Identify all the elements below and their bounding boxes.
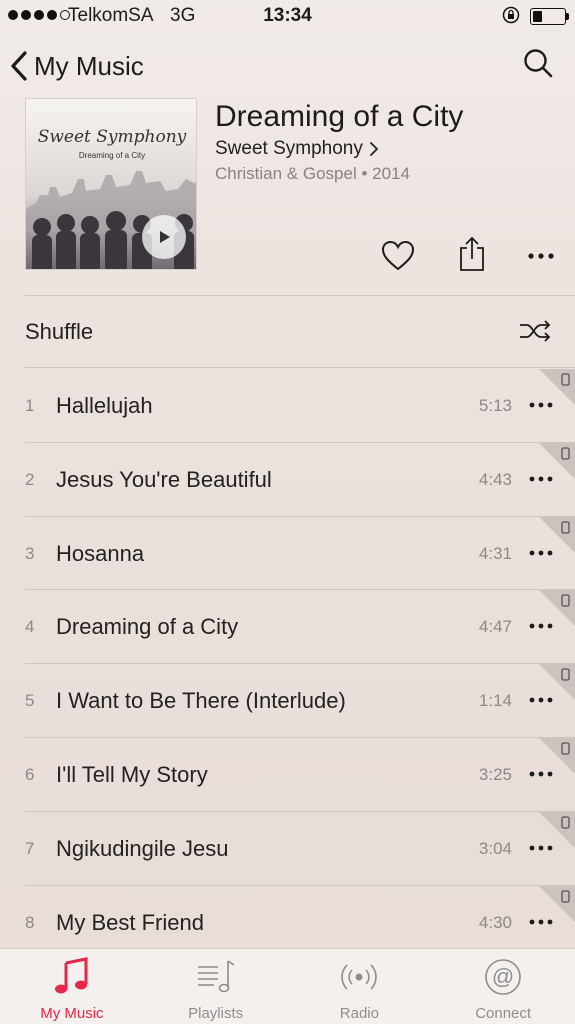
tab-connect[interactable]: @ Connect [431,949,575,1024]
radio-icon [341,964,378,990]
track-duration: 4:47 [478,617,512,637]
track-row[interactable]: 4 Dreaming of a City 4:47 [0,590,575,664]
artist-name: Sweet Symphony [215,138,363,159]
downloaded-device-icon [539,885,575,922]
track-number: 3 [25,543,35,563]
more-icon[interactable] [526,244,556,268]
track-row[interactable]: 7 Ngikudingile Jesu 3:04 [0,811,575,886]
track-row[interactable]: 6 I'll Tell My Story 3:25 [0,737,575,812]
downloaded-device-icon [539,590,575,627]
tab-bar: My Music Playlists Radio @ Connect [0,948,575,1024]
downloaded-device-icon [539,737,575,774]
track-more-icon[interactable] [528,622,554,630]
track-duration: 4:30 [478,912,512,932]
downloaded-device-icon [539,811,575,848]
track-number: 6 [25,764,35,784]
search-icon[interactable] [522,47,554,79]
track-list: 1 Hallelujah 5:13 2 Jesus You're Beautif… [0,369,575,960]
track-number: 1 [25,396,35,415]
track-number: 5 [25,691,35,711]
track-title: Dreaming of a City [56,614,239,640]
tab-label: Connect [475,1005,532,1022]
share-icon[interactable] [458,236,486,272]
track-duration: 3:04 [478,838,512,858]
downloaded-device-icon [539,442,575,479]
track-row[interactable]: 2 Jesus You're Beautiful 4:43 [0,442,575,517]
play-icon [160,231,170,243]
track-more-icon[interactable] [528,770,554,778]
track-title: Ngikudingile Jesu [56,835,229,861]
track-row[interactable]: 1 Hallelujah 5:13 [0,369,575,443]
track-more-icon[interactable] [528,696,554,704]
svg-text:@: @ [492,964,514,989]
track-row[interactable]: 3 Hosanna 4:31 [0,516,575,591]
track-duration: 4:31 [478,543,512,563]
track-number: 8 [25,912,35,932]
shuffle-label: Shuffle [25,319,94,344]
header-divider [25,295,575,296]
shuffle-divider [25,367,575,368]
album-title: Dreaming of a City [215,100,464,133]
track-duration: 5:13 [478,396,512,415]
music-note-icon [54,957,88,994]
status-time: 13:34 [263,5,312,26]
back-label: My Music [34,50,144,81]
chevron-left-icon [11,51,27,81]
track-title: Hallelujah [56,393,153,418]
tab-radio[interactable]: Radio [288,949,432,1024]
battery-tip [566,13,569,20]
chevron-right-icon [369,142,379,156]
track-title: My Best Friend [56,909,204,935]
battery-icon [530,8,566,25]
shuffle-row[interactable]: Shuffle [0,297,575,367]
track-more-icon[interactable] [528,844,554,852]
track-title: Hosanna [56,540,145,566]
track-more-icon[interactable] [528,918,554,926]
track-duration: 3:25 [478,764,512,784]
downloaded-device-icon [539,516,575,553]
track-number: 7 [25,838,35,858]
album-genre-year: Christian & Gospel • 2014 [215,164,410,183]
tab-label: Radio [339,1005,379,1022]
at-sign-icon: @ [485,959,521,995]
back-button[interactable]: My Music [10,46,144,86]
album-artwork[interactable]: Sweet Symphony Dreaming of a City [25,98,197,270]
artwork-subtitle-text: Dreaming of a City [78,151,146,160]
downloaded-device-icon [539,664,575,701]
shuffle-icon [520,320,551,342]
tab-playlists[interactable]: Playlists [144,949,288,1024]
track-title: I'll Tell My Story [56,761,208,787]
tab-my-music[interactable]: My Music [0,949,144,1024]
playlists-icon [197,960,235,993]
track-more-icon[interactable] [528,401,554,409]
track-number: 2 [25,469,35,489]
track-more-icon[interactable] [528,475,554,483]
track-number: 4 [25,617,35,637]
status-bar: TelkomSA 3G 13:34 [0,0,575,34]
track-duration: 1:14 [478,691,512,711]
tab-label: Playlists [188,1005,244,1022]
downloaded-device-icon [539,369,575,405]
heart-icon[interactable] [380,238,416,274]
rotation-lock-icon [502,6,520,24]
track-more-icon[interactable] [528,549,554,557]
track-title: I Want to Be There (Interlude) [56,688,346,714]
track-row[interactable]: 5 I Want to Be There (Interlude) 1:14 [0,664,575,738]
play-button[interactable] [142,215,186,259]
artwork-title-text: Sweet Symphony [37,127,187,147]
artist-link[interactable]: Sweet Symphony [215,138,379,160]
track-duration: 4:43 [478,469,512,489]
track-title: Jesus You're Beautiful [56,466,272,492]
tab-label: My Music [40,1005,104,1022]
